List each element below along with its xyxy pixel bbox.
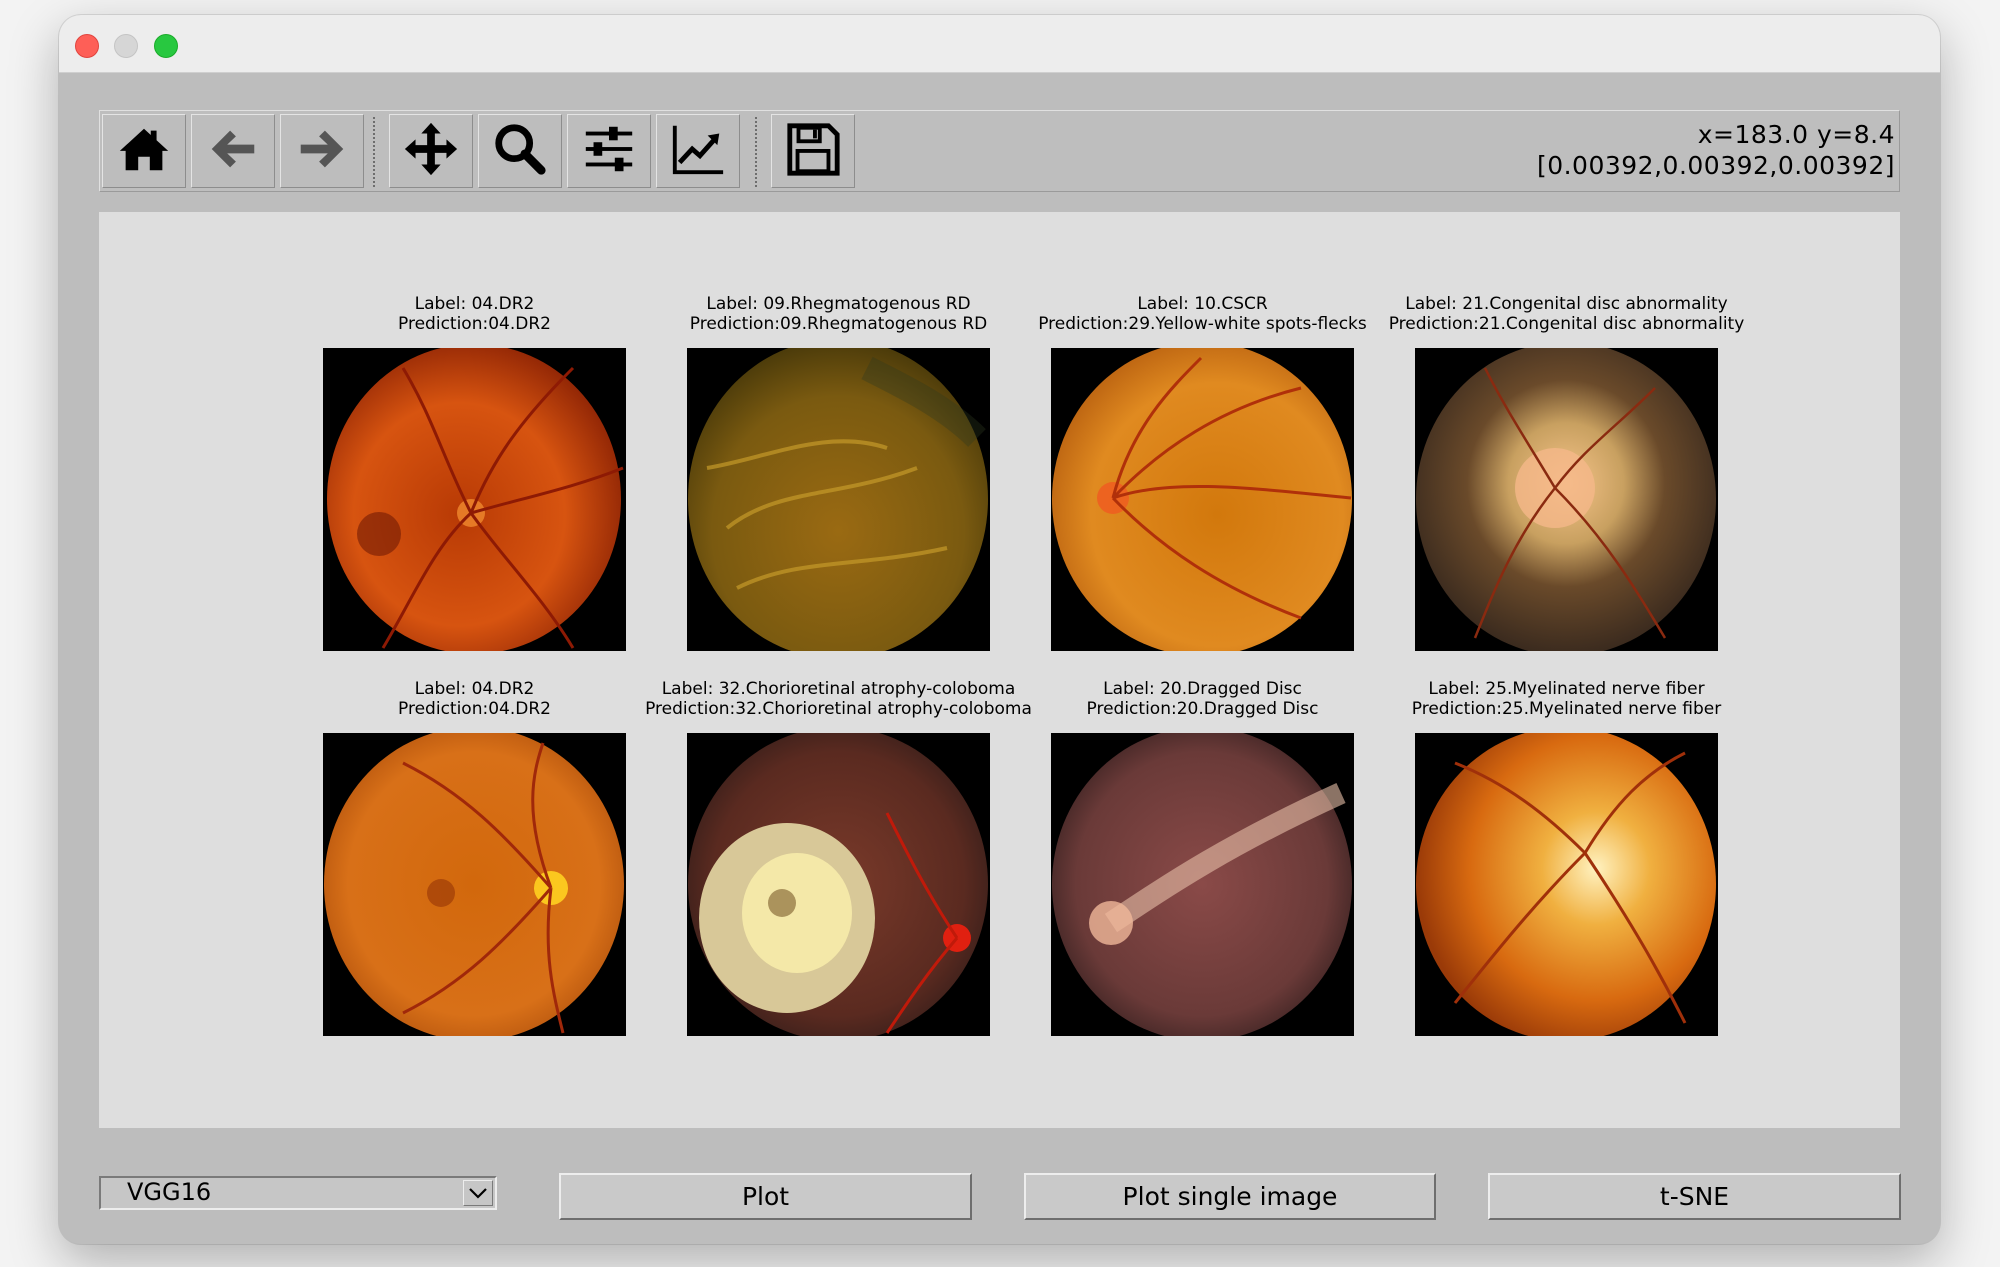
close-window-button[interactable] xyxy=(75,34,99,58)
fundus-image xyxy=(323,733,626,1036)
zoom-button[interactable] xyxy=(478,114,562,188)
edit-axis-icon xyxy=(669,120,727,182)
model-select[interactable]: VGG16 xyxy=(99,1176,497,1210)
figure-canvas[interactable]: Label: 04.DR2 Prediction:04.DR2 Label: 0… xyxy=(99,212,1900,1128)
pan-button[interactable] xyxy=(389,114,473,188)
tsne-button[interactable]: t-SNE xyxy=(1488,1173,1901,1220)
cursor-coordinates: x=183.0 y=8.4 [0.00392,0.00392,0.00392] xyxy=(1537,119,1895,181)
app-window: x=183.0 y=8.4 [0.00392,0.00392,0.00392] … xyxy=(59,15,1940,1244)
fundus-image xyxy=(1051,348,1354,651)
chevron-down-icon[interactable] xyxy=(463,1180,493,1206)
forward-button[interactable] xyxy=(280,114,364,188)
fundus-image xyxy=(1415,733,1718,1036)
subplot-title: Label: 25.Myelinated nerve fiber Predict… xyxy=(1265,679,1868,719)
subplot-title: Label: 21.Congenital disc abnormality Pr… xyxy=(1265,294,1868,334)
label-text: Label: 21.Congenital disc abnormality xyxy=(1405,294,1728,314)
configure-subplots-button[interactable] xyxy=(567,114,651,188)
fundus-image xyxy=(1415,348,1718,651)
home-icon xyxy=(115,120,173,182)
edit-axis-button[interactable] xyxy=(656,114,740,188)
zoom-window-button[interactable] xyxy=(154,34,178,58)
plot-button[interactable]: Plot xyxy=(559,1173,972,1220)
coords-xy: x=183.0 y=8.4 xyxy=(1697,120,1895,149)
fundus-image xyxy=(687,348,990,651)
model-select-value: VGG16 xyxy=(127,1178,212,1206)
save-icon xyxy=(784,120,842,182)
minimize-window-button[interactable] xyxy=(114,34,138,58)
fundus-image xyxy=(323,348,626,651)
fundus-image xyxy=(1051,733,1354,1036)
control-bar: VGG16 Plot Plot single image t-SNE xyxy=(59,1128,1940,1244)
configure-subplots-icon xyxy=(580,120,638,182)
plot-single-image-button[interactable]: Plot single image xyxy=(1024,1173,1436,1220)
home-button[interactable] xyxy=(102,114,186,188)
back-arrow-icon xyxy=(204,120,262,182)
coords-pixel-value: [0.00392,0.00392,0.00392] xyxy=(1536,151,1895,180)
prediction-text: Prediction:21.Congenital disc abnormalit… xyxy=(1388,314,1745,334)
save-button[interactable] xyxy=(771,114,855,188)
zoom-icon xyxy=(491,120,549,182)
toolbar-separator xyxy=(755,117,757,187)
label-text: Label: 25.Myelinated nerve fiber xyxy=(1428,679,1705,699)
toolbar-separator xyxy=(373,117,375,187)
title-bar xyxy=(59,15,1940,73)
prediction-text: Prediction:25.Myelinated nerve fiber xyxy=(1411,699,1722,719)
fundus-image xyxy=(687,733,990,1036)
pan-icon xyxy=(402,120,460,182)
forward-arrow-icon xyxy=(293,120,351,182)
navigation-toolbar: x=183.0 y=8.4 [0.00392,0.00392,0.00392] xyxy=(99,110,1900,192)
back-button[interactable] xyxy=(191,114,275,188)
